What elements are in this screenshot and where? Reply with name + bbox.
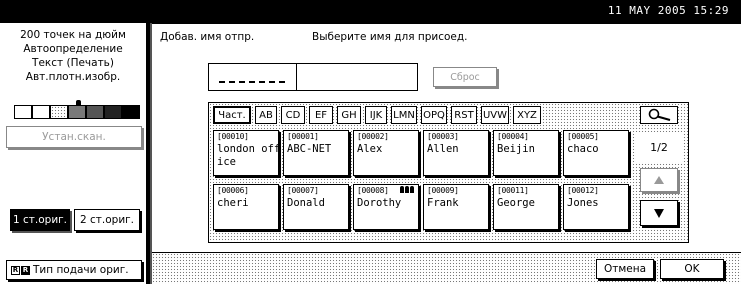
entry-name: chaco (567, 143, 599, 155)
entry-number: [00003] (427, 132, 459, 141)
tab-rst[interactable]: RST (451, 106, 477, 124)
tab-lmn[interactable]: LMN (391, 106, 417, 124)
page-down-button[interactable] (640, 200, 678, 226)
entry-number: [00004] (497, 132, 529, 141)
cancel-button[interactable]: Отмена (596, 259, 654, 279)
tab-cd[interactable]: CD (281, 106, 305, 124)
tab-xyz[interactable]: XYZ (513, 106, 541, 124)
entry-name: Allen (427, 143, 459, 155)
original-two-sided-button[interactable]: 2 ст.ориг. (74, 209, 140, 231)
entry-number: [00006] (217, 186, 249, 195)
entry-number: [00010] (217, 132, 249, 141)
entry-number: [00007] (287, 186, 319, 195)
address-entry-card[interactable]: [00008] Dorothy (353, 184, 419, 230)
main-panel: Добав. имя отпр. Выберите имя для присое… (152, 23, 741, 284)
original-one-sided-button[interactable]: 1 ст.ориг. (10, 209, 70, 231)
instruction-text: Выберите имя для присоед. (312, 31, 468, 43)
entry-name: Jones (567, 197, 599, 209)
entry-name: George (497, 197, 535, 209)
entry-number: [00001] (287, 132, 319, 141)
address-entry-card[interactable]: [00012] Jones (563, 184, 629, 230)
tab-ab[interactable]: AB (255, 106, 277, 124)
entry-number: [00011] (497, 186, 529, 195)
status-density: Авт.плотн.изобр. (25, 71, 121, 83)
clear-button[interactable]: Сброс (433, 67, 497, 87)
datetime: 11 MAY 2005 15:29 (607, 4, 729, 17)
scan-settings-button[interactable]: Устан.скан. (6, 126, 142, 148)
address-entry-card[interactable]: [00001] ABC-NET (283, 130, 349, 176)
search-icon (648, 108, 671, 121)
entry-number: [00009] (427, 186, 459, 195)
entry-number: [00012] (567, 186, 599, 195)
page-up-button[interactable] (640, 168, 678, 192)
address-book-frame: Част. AB CD EF GH IJK LMN OPQ RST UVW XY… (208, 102, 689, 243)
name-field-prefix (209, 64, 297, 90)
status-original-type: Текст (Печать) (32, 57, 114, 69)
page-indicator: 1/2 (636, 132, 682, 162)
feed-type-button[interactable]: R R Тип подачи ориг. (6, 260, 142, 280)
density-marker (76, 100, 81, 105)
tab-frequent[interactable]: Част. (213, 106, 251, 124)
tab-uvw[interactable]: UVW (481, 106, 509, 124)
status-resolution: 200 точек на дюйм (20, 29, 126, 41)
feed-type-label: Тип подачи ориг. (33, 264, 129, 276)
tab-ijk[interactable]: IJK (365, 106, 387, 124)
left-panel: 200 точек на дюйм Автоопределение Текст … (0, 23, 146, 284)
entry-name: Beijin (497, 143, 535, 155)
tab-opq[interactable]: OPQ (421, 106, 447, 124)
original-orientation-icon: R R (11, 265, 30, 275)
ok-button[interactable]: OK (660, 259, 724, 279)
address-entry-card[interactable]: [00007] Donald (283, 184, 349, 230)
entry-number: [00005] (567, 132, 599, 141)
entry-number: [00002] (357, 132, 389, 141)
status-auto-detect: Автоопределение (23, 43, 123, 55)
address-entry-card[interactable]: [00006] cheri (213, 184, 279, 230)
scan-status: 200 точек на дюйм Автоопределение Текст … (0, 28, 146, 84)
status-bar: 11 MAY 2005 15:29 (0, 0, 741, 23)
entry-name: Dorothy (357, 197, 402, 209)
up-triangle-icon (654, 176, 664, 184)
entry-name: Donald (287, 197, 325, 209)
address-entry-card[interactable]: [00003] Allen (423, 130, 489, 176)
entry-name: london office (217, 143, 279, 168)
down-triangle-icon (654, 208, 664, 218)
address-entry-card[interactable]: [00009] Frank (423, 184, 489, 230)
entry-name: cheri (217, 197, 249, 209)
entry-name: ABC-NET (287, 143, 332, 155)
entry-name: Alex (357, 143, 383, 155)
add-sender-label: Добав. имя отпр. (160, 31, 255, 43)
address-entry-card[interactable]: [00005] chaco (563, 130, 629, 176)
address-entry-card[interactable]: [00011] George (493, 184, 559, 230)
entry-name: Frank (427, 197, 459, 209)
address-entry-card[interactable]: [00010] london office (213, 130, 279, 176)
density-indicator (14, 100, 140, 119)
tab-ef[interactable]: EF (309, 106, 333, 124)
address-entry-card[interactable]: [00002] Alex (353, 130, 419, 176)
entry-number: [00008] (357, 186, 389, 195)
tab-gh[interactable]: GH (337, 106, 361, 124)
address-entry-card[interactable]: [00004] Beijin (493, 130, 559, 176)
selected-name-field[interactable] (208, 63, 418, 91)
group-icon (400, 186, 414, 193)
search-button[interactable] (640, 106, 678, 124)
